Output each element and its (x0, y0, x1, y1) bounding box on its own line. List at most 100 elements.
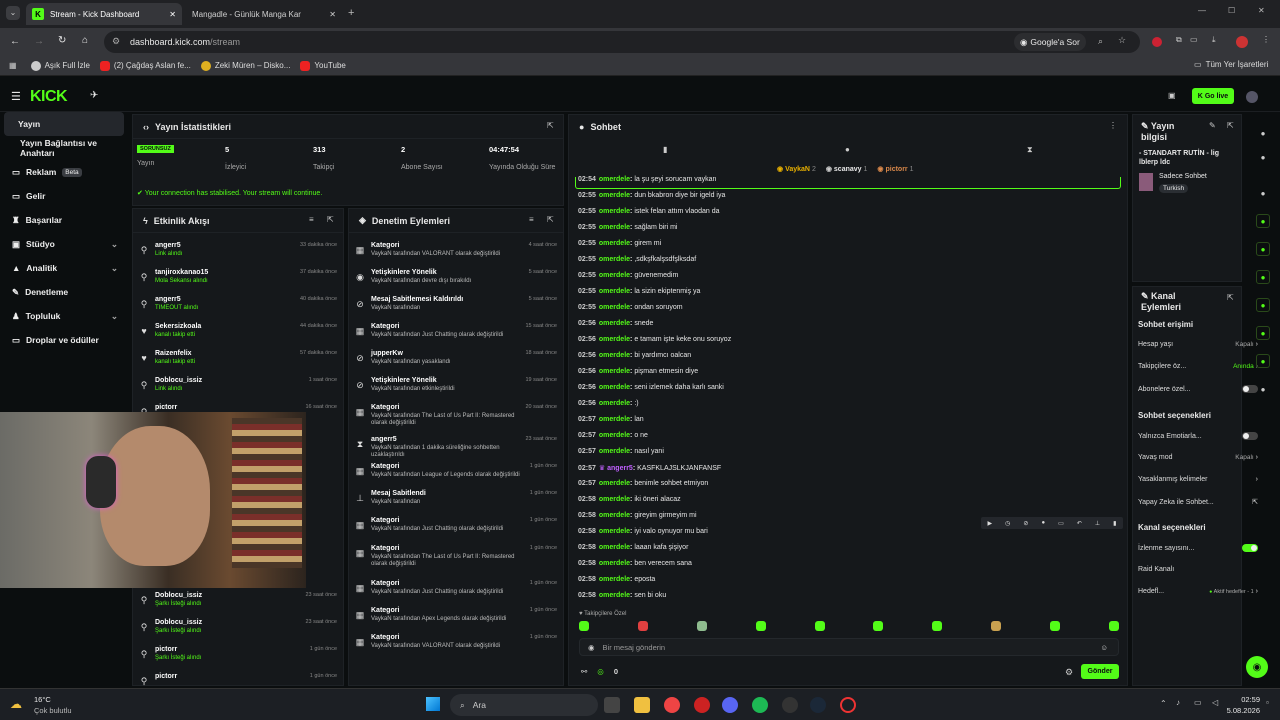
bookmark-star-icon[interactable]: ☆ (1118, 35, 1126, 46)
activity-row[interactable]: ⚲ angerr5 TIMEOUT alındı 40 dakika önce (139, 293, 337, 319)
chat-message[interactable]: 02:57 omerdele: benimle sohbet etmiyon (578, 480, 708, 487)
message-user[interactable]: omerdele (599, 368, 630, 375)
chat-message[interactable]: 02:56 omerdele: bi yardımcı oalcan (578, 352, 691, 359)
moderation-row[interactable]: ▦ Kategori VaykaN tarafından Just Chatting… (355, 577, 557, 603)
activity-row[interactable]: ⚲ pictorr Şarkı İsteği alındı 1 gün önce (139, 643, 337, 669)
chrome-icon[interactable] (664, 697, 680, 713)
bookmark-item[interactable]: Aşık Full İzle (30, 60, 90, 71)
message-user[interactable]: omerdele (599, 528, 630, 535)
wrench-icon[interactable]: ● (1256, 354, 1270, 368)
chat-message[interactable]: 02:56 omerdele: seni izlemek daha karlı s… (578, 384, 724, 391)
viewer-count-toggle[interactable] (1242, 544, 1258, 552)
play-icon[interactable]: ▶ (988, 520, 993, 527)
list-icon[interactable]: ● (1256, 242, 1270, 256)
chat-message[interactable]: 02:55 omerdele: dun bkabron diye bir igel… (578, 192, 725, 199)
moderation-row[interactable]: ▦ Kategori VaykaN tarafından Apex Legends … (355, 604, 557, 630)
timer-icon[interactable]: ◷ (1005, 520, 1010, 527)
trash-icon[interactable]: ▮ (663, 145, 667, 154)
opera-icon[interactable] (840, 697, 856, 713)
target-icon[interactable]: ● (1256, 186, 1270, 200)
message-user[interactable]: omerdele (599, 592, 630, 599)
notification-icon[interactable]: ▫ (1266, 698, 1269, 707)
chat-message[interactable]: 02:58 omerdele: ben verecem sana (578, 560, 692, 567)
site-info-icon[interactable]: ⚙ (112, 36, 120, 47)
bookmark-item[interactable]: YouTube (300, 60, 346, 71)
message-user[interactable]: omerdele (599, 560, 630, 567)
chat-message[interactable]: 02:55 omerdele: güvenemedim (578, 272, 678, 279)
bolt-icon[interactable]: ● (1256, 214, 1270, 228)
emote-icon[interactable] (814, 621, 825, 631)
chat-message[interactable]: 02:58 omerdele: iyi valo oynuyor mu bari (578, 528, 708, 535)
bookmark-item[interactable]: (2) Çağdaş Aslan fe... (99, 60, 191, 71)
weather-temp[interactable]: 16°C (34, 695, 51, 704)
popout-icon[interactable]: ⇱ (1227, 293, 1234, 302)
message-user[interactable]: omerdele (599, 432, 630, 439)
message-user[interactable]: omerdele (599, 352, 630, 359)
chat-message[interactable]: 02:58 omerdele: gireyim girmeyim mi (578, 512, 697, 519)
back-icon[interactable]: ← (10, 36, 20, 47)
message-user[interactable]: omerdele (599, 272, 630, 279)
viewer-count-setting[interactable]: İzlenme sayısını... (1138, 544, 1258, 552)
hourglass-icon[interactable]: ⧗ (1027, 145, 1033, 155)
task-view-icon[interactable] (604, 697, 620, 713)
emote-icon[interactable] (637, 621, 648, 631)
new-tab-icon[interactable]: + (348, 7, 354, 19)
language-tag[interactable]: Turkish (1159, 184, 1189, 193)
sidebar-item-yayin[interactable]: Yayın (4, 112, 124, 136)
window-close-icon[interactable]: ✕ (1258, 6, 1265, 15)
pin-icon[interactable]: ⊥ (1095, 520, 1100, 527)
moderation-row[interactable]: ▦ Kategori VaykaN tarafından League of Leg… (355, 460, 557, 486)
popout-icon[interactable]: ⇱ (1227, 121, 1234, 130)
start-button[interactable] (426, 697, 440, 711)
undo-icon[interactable]: ↶ (1077, 520, 1082, 527)
message-user[interactable]: omerdele (599, 416, 630, 423)
sidebar-item-reklam[interactable]: ▭ Reklam Beta (0, 160, 128, 184)
close-icon[interactable]: ✕ (329, 10, 336, 19)
popout-icon[interactable]: ⇱ (547, 215, 554, 224)
smile-icon[interactable]: ☺ (1100, 643, 1108, 652)
chat-message[interactable]: 02:57 omerdele: nasıl yani (578, 448, 664, 455)
address-bar[interactable]: ⚙ dashboard.kick.com/stream ◉ Google'a So… (104, 31, 1140, 53)
message-user[interactable]: omerdele (599, 208, 630, 215)
followers-only-setting[interactable]: Takipçilere öz... Anında › (1138, 363, 1258, 370)
profile-avatar[interactable] (1236, 36, 1248, 48)
all-bookmarks[interactable]: ▭ Tüm Yer İşaretleri (1194, 60, 1268, 69)
raid-setting[interactable]: Raid Kanalı (1138, 566, 1258, 573)
supporter[interactable]: ◉ scanavy 1 (826, 165, 868, 173)
copy-icon[interactable]: ▭ (1058, 520, 1064, 527)
moderation-row[interactable]: ▦ Kategori VaykaN tarafından Just Chatting… (355, 514, 557, 540)
people-icon[interactable]: ● (1256, 382, 1270, 396)
kick-logo[interactable]: KICK (30, 88, 68, 106)
chat-bubble-icon[interactable]: ● (845, 145, 850, 154)
moderation-row[interactable]: ◉ Yetişkinlere Yönelik VaykaN tarafından d… (355, 266, 557, 292)
hamburger-icon[interactable]: ☰ (11, 90, 21, 103)
sidebar-item-droplar[interactable]: ▭ Droplar ve ödüller (0, 328, 128, 352)
network-icon[interactable]: ▭ (1194, 698, 1202, 707)
chat-message[interactable]: 02:58 omerdele: eposta (578, 576, 655, 583)
emote-icon[interactable] (579, 621, 589, 631)
supporter[interactable]: ◉ VaykaN 2 (777, 165, 816, 173)
app-icon[interactable] (694, 697, 710, 713)
obs-icon[interactable] (782, 697, 798, 713)
extension-icon[interactable] (1152, 37, 1162, 47)
moderation-row[interactable]: ▦ Kategori VaykaN tarafından Just Chatting… (355, 320, 557, 346)
activity-row[interactable]: ⚲ Doblocu_issiz Şarkı İsteği alındı 23 saat… (139, 589, 337, 615)
activity-row[interactable]: ⚲ angerr5 Link alındı 33 dakika önce (139, 239, 337, 265)
chat-message[interactable]: 02:55 omerdele: sağlam biri mi (578, 224, 678, 231)
emote-icon[interactable] (991, 621, 1002, 631)
delete-icon[interactable]: ▮ (1113, 520, 1116, 527)
menu-icon[interactable]: ⋮ (1262, 35, 1270, 44)
ai-chat-setting[interactable]: Yapay Zeka ile Sohbet... ⇱ (1138, 498, 1258, 507)
message-user[interactable]: omerdele (599, 336, 630, 343)
message-user[interactable]: omerdele (599, 256, 630, 263)
home-icon[interactable]: ⌂ (82, 35, 88, 46)
goals-setting[interactable]: Hedefl... ● Aktif hedefler - 1 › (1138, 588, 1258, 595)
edit-icon[interactable]: ✎ (1209, 121, 1216, 130)
activity-row[interactable]: ♥ Raizenfelix kanalı takip etti 57 dakika ö… (139, 347, 337, 373)
mic-icon[interactable]: ♪ (1176, 698, 1180, 707)
sidebar-item-analitik[interactable]: ▲ Analitik ⌄ (0, 256, 128, 280)
message-user[interactable]: omerdele (599, 224, 630, 231)
sidebar-item-topluluk[interactable]: ♟ Topluluk ⌄ (0, 304, 128, 328)
message-user[interactable]: omerdele (599, 512, 630, 519)
moderation-row[interactable]: ⊘ Yetişkinlere Yönelik VaykaN tarafından e… (355, 374, 557, 400)
